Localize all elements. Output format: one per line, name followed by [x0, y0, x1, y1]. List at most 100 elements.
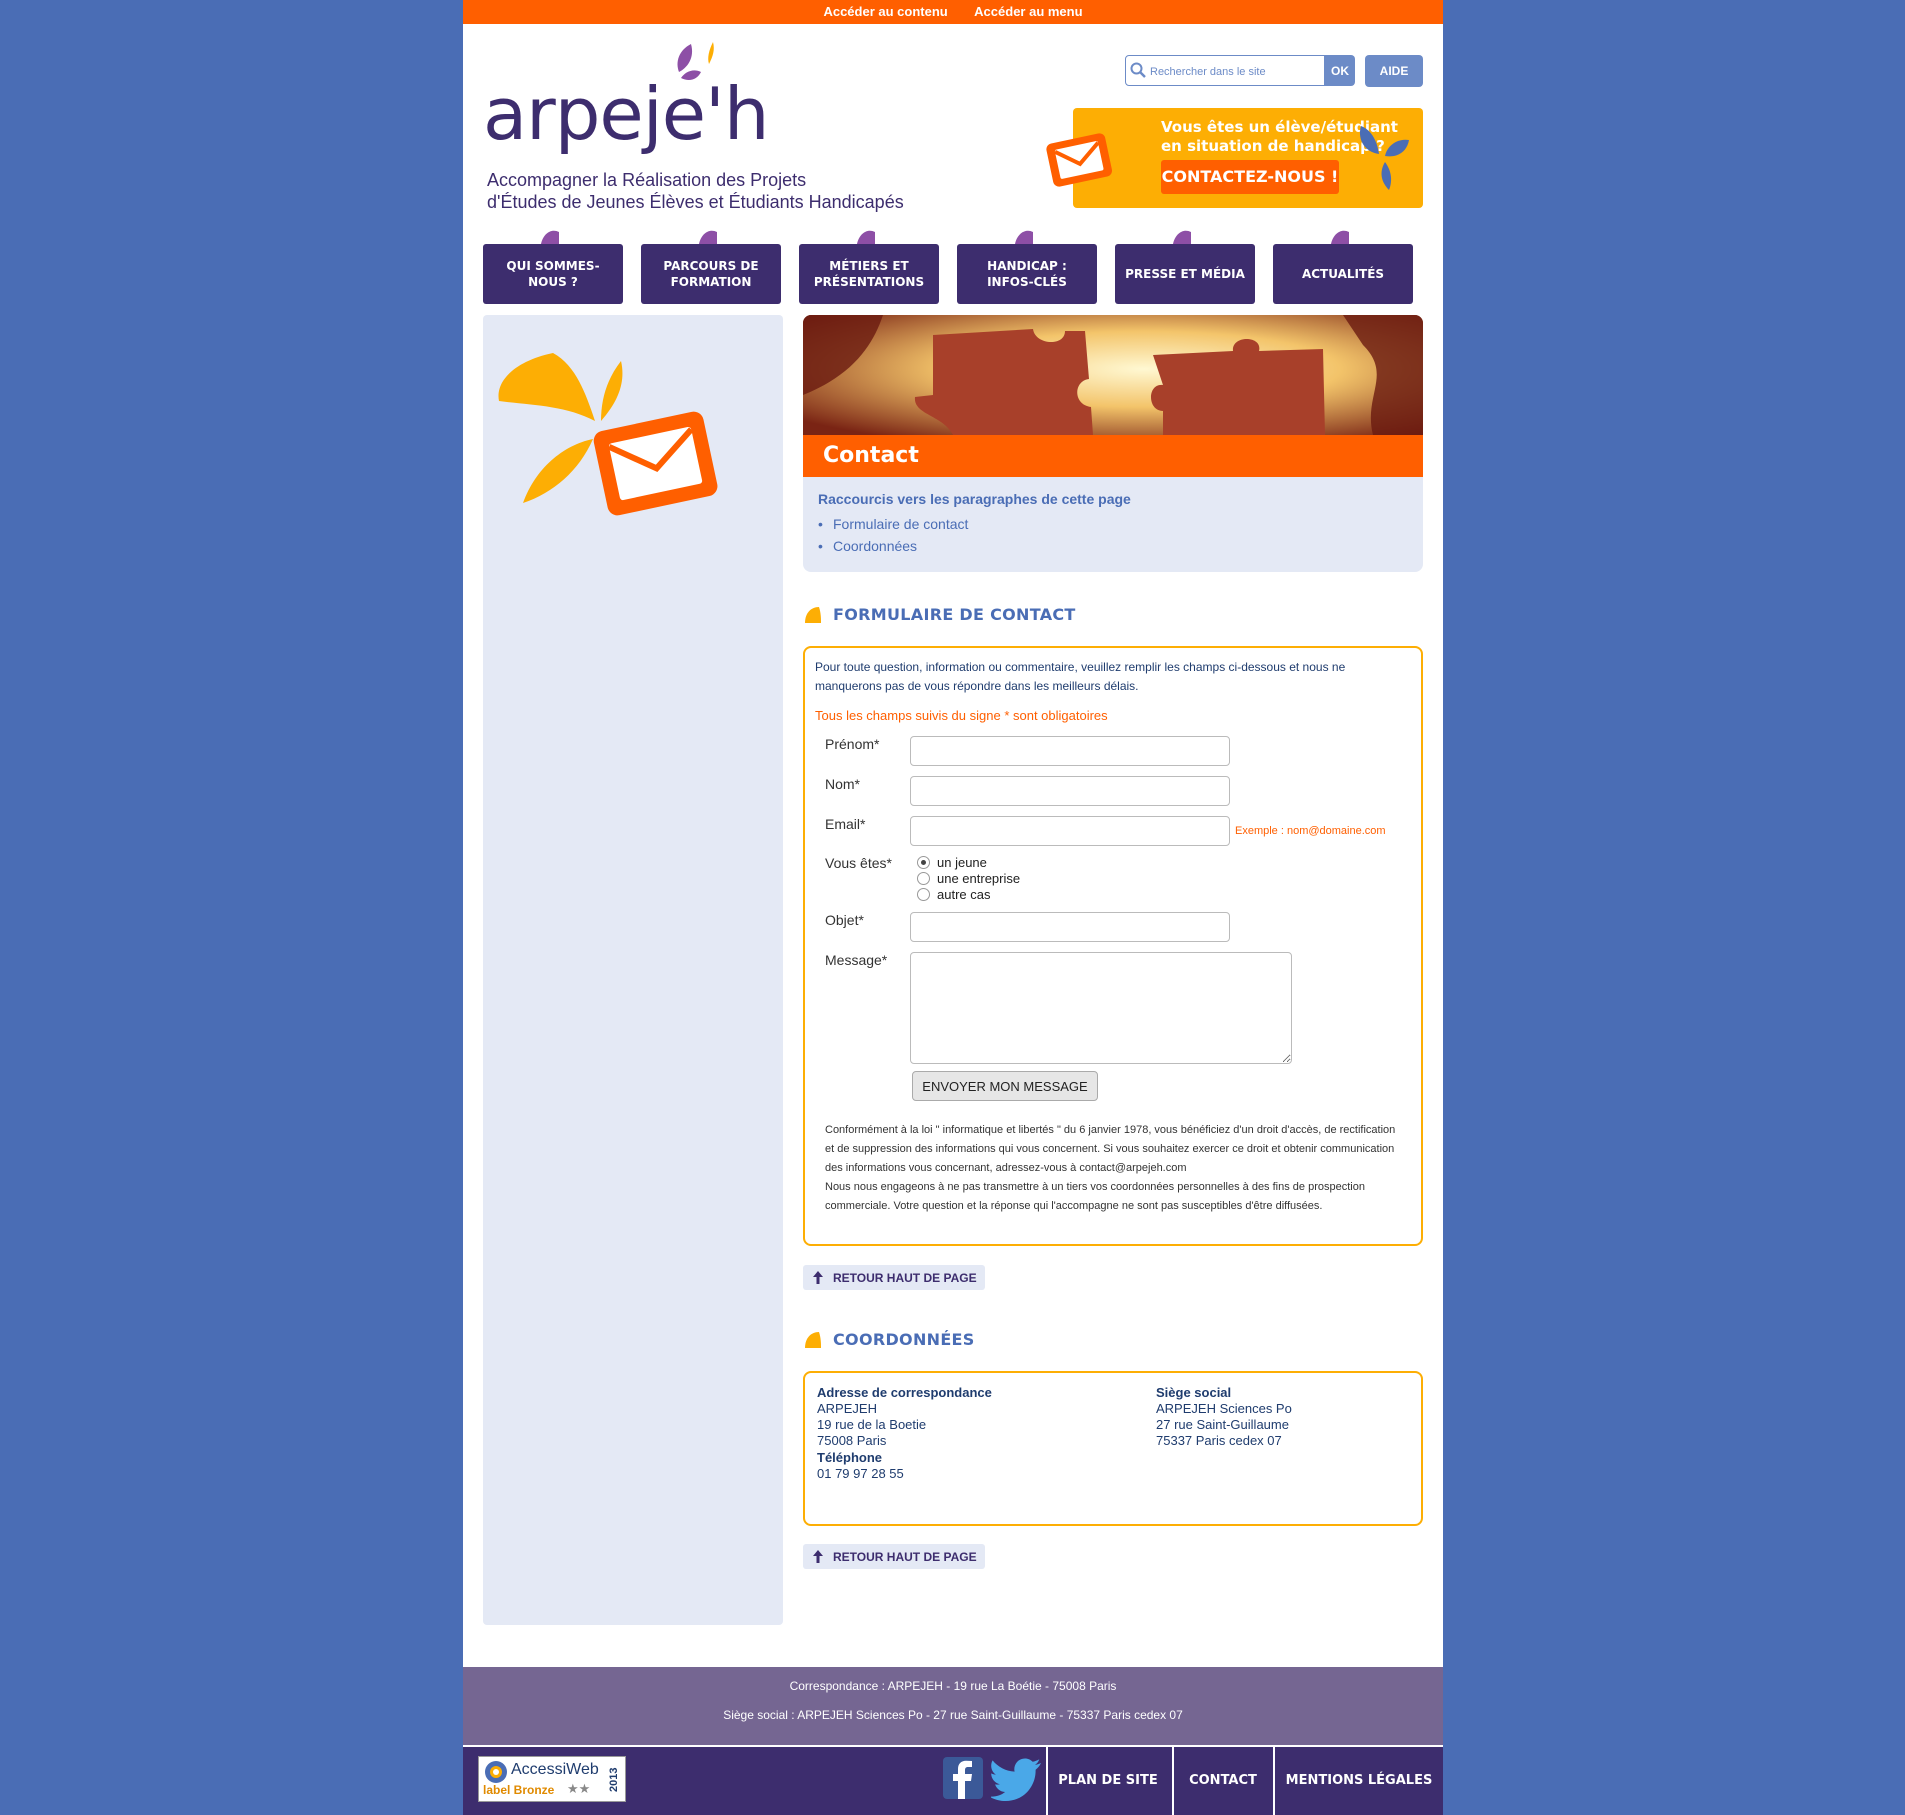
help-button[interactable]: AIDE — [1365, 55, 1423, 87]
address-line: ARPEJEH — [817, 1401, 877, 1416]
list-item: • Formulaire de contact — [818, 516, 969, 532]
sidebar-envelope-petals-icon — [498, 353, 718, 516]
search-icon — [1130, 62, 1146, 78]
address-line: 19 rue de la Boetie — [817, 1417, 927, 1432]
page-wrapper: Accéder au contenu Accéder au menu arpej… — [463, 0, 1443, 1815]
nav-item-label: PRESSE ET MÉDIA — [1125, 267, 1245, 281]
nav-item-parcours-de-formation[interactable]: PARCOURS DE FORMATION — [641, 244, 781, 304]
logo-wordmark: arpeje'h — [483, 72, 769, 156]
hero-puzzle-image — [803, 315, 1423, 435]
head-office-address: Siège social ARPEJEH Sciences Po 27 rue … — [1156, 1385, 1292, 1449]
message-field[interactable] — [910, 952, 1292, 1064]
accessiweb-logo-icon — [485, 1761, 507, 1783]
nav-tab-decoration-icon — [541, 230, 559, 244]
footer-correspondence: Correspondance : ARPEJEH - 19 rue La Boé… — [789, 1679, 1117, 1693]
last-name-label: Nom* — [825, 776, 861, 792]
footer-head-office: Siège social : ARPEJEH Sciences Po - 27 … — [723, 1708, 1183, 1722]
legal-notice-2: Nous nous engageons à ne pas transmettre… — [825, 1181, 1365, 1212]
shortcut-link-formulaire[interactable]: Formulaire de contact — [833, 516, 968, 532]
petal-icon — [805, 607, 821, 623]
logo-tagline-1: Accompagner la Réalisation des Projets — [487, 170, 807, 190]
search-box — [1125, 55, 1325, 86]
radio-icon[interactable] — [917, 872, 930, 885]
nav-item-label: QUI SOMMES-NOUS ? — [506, 259, 600, 289]
correspondence-address: Adresse de correspondance ARPEJEH 19 rue… — [817, 1385, 992, 1482]
nav-item-presse-et-media[interactable]: PRESSE ET MÉDIA — [1115, 244, 1255, 304]
footer-link-legal[interactable]: MENTIONS LÉGALES — [1275, 1747, 1443, 1815]
shortcuts-title: Raccourcis vers les paragraphes de cette… — [818, 491, 1131, 507]
nav-item-handicap-infos-cles[interactable]: HANDICAP : INFOS-CLÉS — [957, 244, 1097, 304]
contact-form: Pour toute question, information ou comm… — [803, 646, 1423, 1246]
accessiweb-label: label Bronze — [483, 1783, 555, 1797]
radio-label: un jeune — [937, 855, 987, 870]
skip-links-bar: Accéder au contenu Accéder au menu — [463, 0, 1443, 24]
subject-field[interactable] — [910, 912, 1230, 942]
contact-us-button[interactable]: CONTACTEZ-NOUS ! — [1161, 160, 1339, 194]
phone-number: 01 79 97 28 55 — [817, 1466, 904, 1481]
accessiweb-badge[interactable]: AccessiWeb label Bronze ★★ 2013 — [478, 1756, 626, 1802]
correspondence-title: Adresse de correspondance — [817, 1385, 992, 1400]
legal-notice: Conformément à la loi " informatique et … — [825, 1121, 1405, 1216]
nav-item-label: MÉTIERS ET PRÉSENTATIONS — [813, 259, 925, 289]
message-label: Message* — [825, 952, 888, 968]
petal-icon — [805, 1332, 821, 1348]
nav-tab-decoration-icon — [857, 230, 875, 244]
address-line: 75337 Paris cedex 07 — [1156, 1433, 1282, 1448]
nav-item-label: ACTUALITÉS — [1301, 267, 1385, 281]
main-navigation: QUI SOMMES-NOUS ? PARCOURS DE FORMATION … — [483, 228, 1413, 304]
skip-to-content-link[interactable]: Accéder au contenu — [823, 0, 947, 24]
first-name-field[interactable] — [910, 736, 1230, 766]
nav-tab-decoration-icon — [1015, 230, 1033, 244]
you-are-label: Vous êtes* — [825, 855, 892, 871]
nav-item-label: PARCOURS DE FORMATION — [663, 259, 759, 289]
shortcut-link-coordonnees[interactable]: Coordonnées — [833, 538, 917, 554]
accessiweb-year: 2013 — [608, 1767, 620, 1793]
page-hero: Contact — [803, 315, 1423, 477]
footer-link-sitemap[interactable]: PLAN DE SITE — [1048, 1747, 1168, 1815]
email-label: Email* — [825, 816, 866, 832]
email-field[interactable] — [910, 816, 1230, 846]
footer-bar: AccessiWeb label Bronze ★★ 2013 PLAN DE … — [463, 1745, 1443, 1815]
contact-banner[interactable]: Vous êtes un élève/étudiant en situation… — [1046, 108, 1423, 208]
search-submit-button[interactable]: OK — [1325, 55, 1355, 86]
radio-icon[interactable] — [917, 888, 930, 901]
arrow-up-icon — [813, 1271, 823, 1284]
facebook-icon[interactable] — [943, 1757, 983, 1799]
stars-icon: ★★ — [567, 1781, 591, 1796]
last-name-field[interactable] — [910, 776, 1230, 806]
nav-item-label: HANDICAP : INFOS-CLÉS — [987, 259, 1067, 289]
skip-to-menu-link[interactable]: Accéder au menu — [974, 0, 1082, 24]
site-logo[interactable]: arpeje'h Accompagner la Réalisation des … — [483, 40, 923, 215]
back-to-top-button[interactable]: RETOUR HAUT DE PAGE — [803, 1265, 985, 1290]
back-to-top-label: RETOUR HAUT DE PAGE — [833, 1550, 977, 1564]
first-name-label: Prénom* — [825, 736, 880, 752]
email-hint: Exemple : nom@domaine.com — [1235, 825, 1386, 837]
send-message-button[interactable]: ENVOYER MON MESSAGE — [912, 1071, 1098, 1101]
footer-link-contact[interactable]: CONTACT — [1174, 1747, 1272, 1815]
nav-tab-decoration-icon — [1173, 230, 1191, 244]
back-to-top-label: RETOUR HAUT DE PAGE — [833, 1271, 977, 1285]
sidebar — [483, 315, 783, 1625]
footer-addresses: Correspondance : ARPEJEH - 19 rue La Boé… — [463, 1667, 1443, 1745]
head-office-title: Siège social — [1156, 1385, 1232, 1400]
twitter-icon[interactable] — [991, 1757, 1043, 1801]
nav-tab-decoration-icon — [1331, 230, 1349, 244]
address-line: 27 rue Saint-Guillaume — [1156, 1417, 1289, 1432]
nav-item-qui-sommes-nous[interactable]: QUI SOMMES-NOUS ? — [483, 244, 623, 304]
page-title: Contact — [823, 443, 919, 468]
radio-label: autre cas — [937, 887, 991, 902]
nav-item-metiers-et-presentations[interactable]: MÉTIERS ET PRÉSENTATIONS — [799, 244, 939, 304]
petals-icon — [1359, 126, 1409, 190]
address-line: 75008 Paris — [817, 1433, 887, 1448]
back-to-top-button[interactable]: RETOUR HAUT DE PAGE — [803, 1544, 985, 1569]
logo-tagline-2: d'Études de Jeunes Élèves et Étudiants H… — [487, 192, 904, 212]
legal-notice-1: Conformément à la loi " informatique et … — [825, 1124, 1396, 1174]
arrow-up-icon — [813, 1550, 823, 1563]
accessiweb-name: AccessiWeb — [511, 1761, 599, 1778]
page-shortcuts: Raccourcis vers les paragraphes de cette… — [803, 477, 1423, 572]
search-input[interactable] — [1148, 60, 1322, 83]
radio-icon[interactable] — [917, 856, 930, 869]
nav-item-actualites[interactable]: ACTUALITÉS — [1273, 244, 1413, 304]
radio-label: une entreprise — [937, 871, 1021, 886]
shortcuts-list: • Formulaire de contact • Coordonnées — [818, 513, 968, 557]
